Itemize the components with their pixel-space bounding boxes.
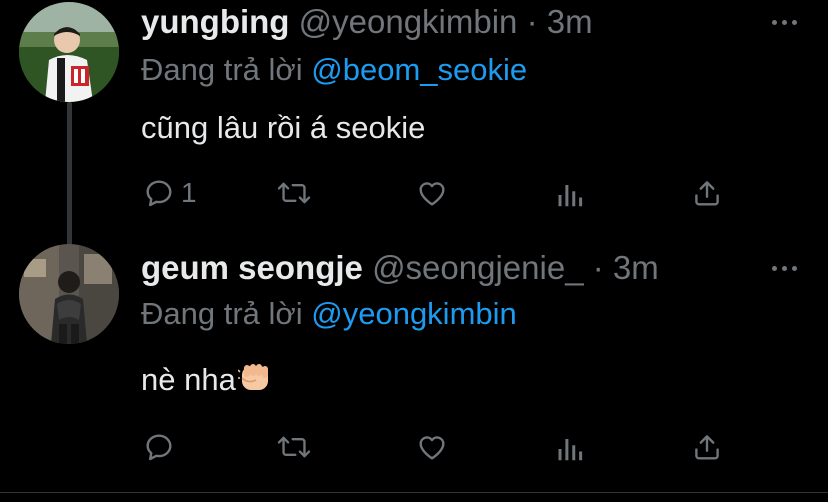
- separator-dot: ·: [526, 3, 538, 40]
- like-button[interactable]: [416, 430, 448, 464]
- analytics-button[interactable]: [556, 178, 586, 212]
- more-options-icon[interactable]: [772, 264, 802, 274]
- tweet-1[interactable]: yungbing @yeongkimbin · 3m Đang trả lời …: [0, 0, 828, 240]
- reply-icon: [146, 180, 172, 207]
- user-handle[interactable]: @seongjenie_: [372, 249, 584, 286]
- reply-icon: [146, 434, 172, 461]
- like-button[interactable]: [416, 176, 448, 210]
- retweet-icon: [277, 182, 311, 204]
- replying-to-line: Đang trả lời @yeongkimbin: [141, 294, 517, 334]
- replying-to-label: Đang trả lời: [141, 296, 303, 331]
- user-handle[interactable]: @yeongkimbin: [299, 3, 518, 40]
- tweet-header: geum seongje @seongjenie_ · 3m: [141, 248, 659, 288]
- tweet-2[interactable]: geum seongje @seongjenie_ · 3m Đang trả …: [0, 240, 828, 492]
- timestamp[interactable]: 3m: [613, 249, 659, 286]
- analytics-icon: [558, 439, 583, 461]
- like-icon: [419, 436, 445, 460]
- display-name[interactable]: geum seongje: [141, 249, 363, 286]
- replying-to-line: Đang trả lời @beom_seokie: [141, 50, 527, 90]
- tweet-text: cũng lâu rồi á seokie: [141, 110, 426, 145]
- divider: [0, 492, 828, 493]
- share-button[interactable]: [692, 430, 722, 464]
- reply-count: 1: [181, 177, 197, 208]
- mention-link[interactable]: @beom_seokie: [311, 52, 527, 87]
- retweet-button[interactable]: [277, 176, 311, 210]
- avatar-photo-baseball-fan: [19, 2, 119, 102]
- tweet-text: nè nha: [141, 362, 236, 397]
- retweet-button[interactable]: [277, 430, 311, 464]
- share-icon: [695, 181, 719, 206]
- more-options-icon[interactable]: [772, 18, 802, 28]
- avatar-photo-street: [19, 244, 119, 344]
- like-icon: [419, 182, 445, 206]
- fist-bump-icon: [236, 360, 274, 404]
- separator-dot: ·: [592, 249, 604, 286]
- retweet-icon: [277, 436, 311, 458]
- analytics-icon: [558, 185, 583, 207]
- timestamp[interactable]: 3m: [547, 3, 593, 40]
- analytics-button[interactable]: [556, 432, 586, 466]
- share-icon: [695, 435, 719, 460]
- share-button[interactable]: [692, 176, 722, 210]
- tweet-text-container: nè nha: [141, 360, 274, 404]
- display-name[interactable]: yungbing: [141, 3, 289, 40]
- replying-to-label: Đang trả lời: [141, 52, 303, 87]
- reply-button[interactable]: [143, 430, 181, 464]
- mention-link[interactable]: @yeongkimbin: [311, 296, 517, 331]
- avatar[interactable]: [19, 2, 119, 102]
- avatar[interactable]: [19, 244, 119, 344]
- reply-button[interactable]: 1: [143, 176, 197, 210]
- tweet-header: yungbing @yeongkimbin · 3m: [141, 2, 593, 42]
